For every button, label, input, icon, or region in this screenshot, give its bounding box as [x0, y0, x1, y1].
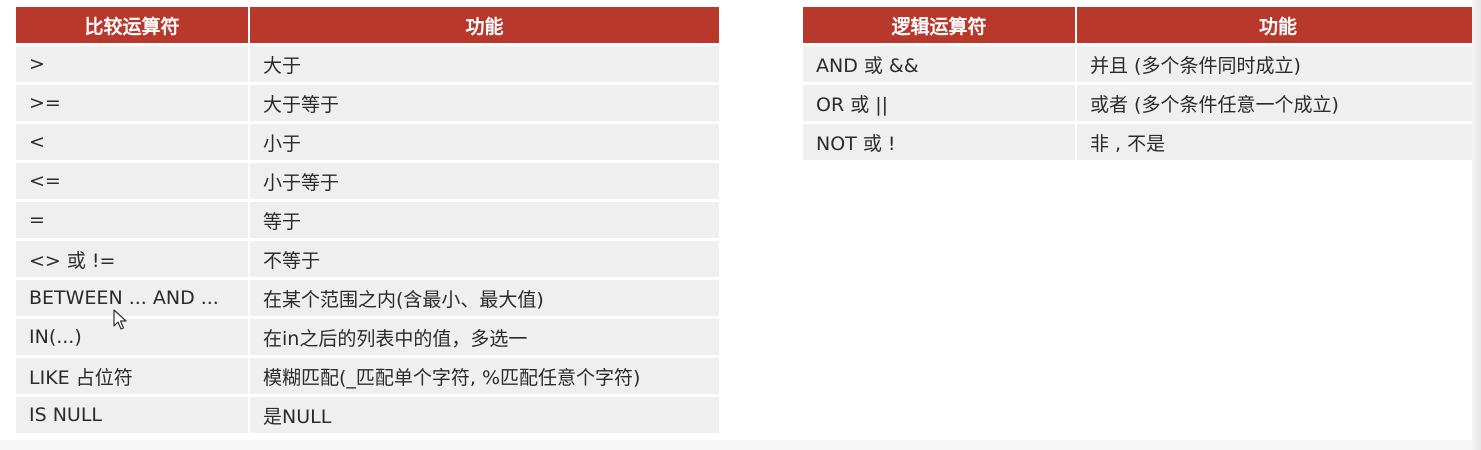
header-function: 功能 [1077, 7, 1479, 46]
function-cell: 大于等于 [250, 85, 719, 124]
bottom-shade [0, 440, 1481, 450]
function-cell: 非 , 不是 [1077, 124, 1479, 163]
table-row: > 大于 [16, 46, 719, 85]
table-header-row: 比较运算符 功能 [16, 7, 719, 46]
function-cell: 大于 [250, 46, 719, 85]
table-row: AND 或 && 并且 (多个条件同时成立) [803, 46, 1479, 85]
right-edge-shade [1472, 0, 1481, 450]
operator-cell: <= [16, 163, 250, 202]
function-cell: 在in之后的列表中的值，多选一 [250, 319, 719, 358]
operator-cell: OR 或 || [803, 85, 1077, 124]
operator-cell: NOT 或 ! [803, 124, 1077, 163]
table-row: IS NULL 是NULL [16, 397, 719, 436]
table-row: LIKE 占位符 模糊匹配(_匹配单个字符, %匹配任意个字符) [16, 358, 719, 397]
function-cell: 在某个范围之内(含最小、最大值) [250, 280, 719, 319]
table-header-row: 逻辑运算符 功能 [803, 7, 1479, 46]
function-cell: 小于 [250, 124, 719, 163]
operator-cell: = [16, 202, 250, 241]
function-cell: 并且 (多个条件同时成立) [1077, 46, 1479, 85]
function-cell: 不等于 [250, 241, 719, 280]
operator-cell: LIKE 占位符 [16, 358, 250, 397]
table-row: < 小于 [16, 124, 719, 163]
operator-cell: BETWEEN ... AND ... [16, 280, 250, 319]
mouse-pointer-icon [113, 309, 127, 331]
logical-operators-table: 逻辑运算符 功能 AND 或 && 并且 (多个条件同时成立) OR 或 || … [803, 7, 1479, 163]
comparison-operators-table: 比较运算符 功能 > 大于 >= 大于等于 < 小于 <= 小于等于 = 等于 … [16, 7, 719, 436]
header-function: 功能 [250, 7, 719, 46]
operator-cell: IS NULL [16, 397, 250, 436]
header-operator: 逻辑运算符 [803, 7, 1077, 46]
function-cell: 等于 [250, 202, 719, 241]
operator-cell: > [16, 46, 250, 85]
table-row: NOT 或 ! 非 , 不是 [803, 124, 1479, 163]
slide-canvas: 比较运算符 功能 > 大于 >= 大于等于 < 小于 <= 小于等于 = 等于 … [0, 0, 1481, 450]
table-row: <> 或 != 不等于 [16, 241, 719, 280]
operator-cell: >= [16, 85, 250, 124]
table-row: >= 大于等于 [16, 85, 719, 124]
operator-cell: <> 或 != [16, 241, 250, 280]
function-cell: 小于等于 [250, 163, 719, 202]
function-cell: 是NULL [250, 397, 719, 436]
operator-cell: AND 或 && [803, 46, 1077, 85]
operator-cell: IN(...) [16, 319, 250, 358]
function-cell: 或者 (多个条件任意一个成立) [1077, 85, 1479, 124]
table-row: = 等于 [16, 202, 719, 241]
operator-cell: < [16, 124, 250, 163]
function-cell: 模糊匹配(_匹配单个字符, %匹配任意个字符) [250, 358, 719, 397]
table-row: <= 小于等于 [16, 163, 719, 202]
header-operator: 比较运算符 [16, 7, 250, 46]
table-row: OR 或 || 或者 (多个条件任意一个成立) [803, 85, 1479, 124]
